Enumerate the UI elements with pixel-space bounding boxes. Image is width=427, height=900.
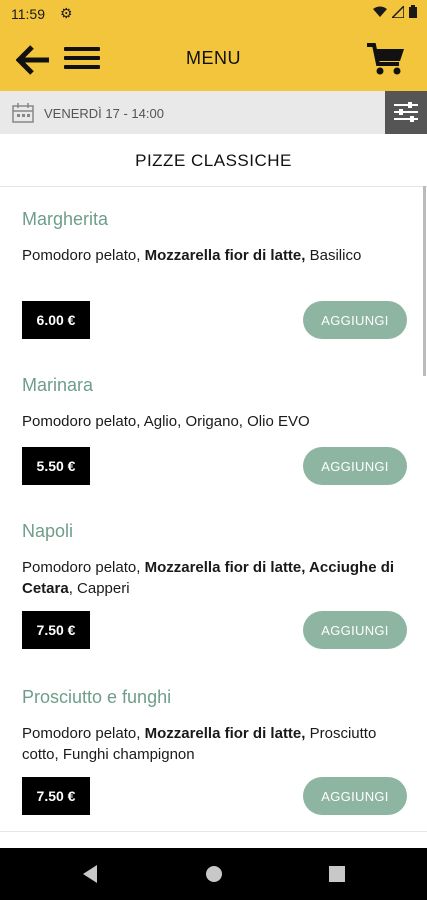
date-time-label[interactable]: VENERDÌ 17 - 14:00 (44, 106, 164, 121)
status-bar: 11:59 ⚙ (0, 0, 427, 28)
add-button[interactable]: AGGIUNGI (303, 777, 407, 815)
menu-item[interactable]: Marinara Pomodoro pelato, Aglio, Origano,… (0, 353, 427, 500)
item-name: Marinara (22, 375, 94, 395)
description-segment: Pomodoro pelato, (22, 559, 145, 576)
cart-icon[interactable] (367, 42, 405, 76)
scrollbar[interactable] (423, 186, 426, 376)
item-description: Pomodoro pelato, Aglio, Origano, Olio EV… (22, 411, 402, 432)
item-name: Napoli (22, 521, 74, 541)
price-tag: 5.50 € (22, 447, 90, 485)
wifi-icon (373, 6, 387, 17)
item-name: Margherita (22, 209, 109, 229)
back-triangle-icon[interactable] (79, 862, 103, 886)
menu-item[interactable]: Margherita Pomodoro pelato, Mozzarella fi… (0, 187, 427, 354)
price-tag: 7.50 € (22, 777, 90, 815)
menu-list[interactable]: Margherita Pomodoro pelato, Mozzarella fi… (0, 187, 427, 848)
home-circle-icon[interactable] (202, 862, 226, 886)
date-bar: VENERDÌ 17 - 14:00 (0, 91, 427, 134)
description-segment: Basilico (305, 247, 362, 264)
item-description: Pomodoro pelato, Mozzarella fior di latt… (22, 245, 402, 266)
item-description: Pomodoro pelato, Mozzarella fior di latt… (22, 557, 402, 599)
battery-icon (409, 5, 417, 18)
description-segment: Pomodoro pelato, (22, 247, 145, 264)
sliders-icon (394, 102, 418, 122)
description-segment: Pomodoro pelato, (22, 725, 145, 742)
signal-icon (392, 5, 404, 18)
section-header: PIZZE CLASSICHE (0, 134, 427, 187)
filter-button[interactable] (385, 91, 427, 134)
status-icons (373, 5, 417, 18)
menu-item[interactable]: Prosciutto e funghi Pomodoro pelato, Mozz… (0, 665, 427, 832)
description-segment: Pomodoro pelato, Aglio, Origano, Olio EV… (22, 413, 310, 430)
description-segment: , Capperi (68, 580, 130, 597)
recents-square-icon[interactable] (325, 862, 349, 886)
add-button[interactable]: AGGIUNGI (303, 611, 407, 649)
description-segment: Mozzarella fior di latte, (144, 247, 306, 264)
nav-bar (0, 848, 427, 900)
price-tag: 7.50 € (22, 611, 90, 649)
status-time: 11:59 (11, 6, 45, 22)
gear-icon: ⚙ (60, 5, 73, 21)
section-title: PIZZE CLASSICHE (135, 151, 292, 170)
description-segment: Mozzarella fior di latte, (144, 725, 306, 742)
add-button[interactable]: AGGIUNGI (303, 301, 407, 339)
item-description: Pomodoro pelato, Mozzarella fior di latt… (22, 723, 402, 765)
page-title: MENU (186, 48, 241, 68)
menu-item[interactable]: Napoli Pomodoro pelato, Mozzarella fior d… (0, 499, 427, 666)
item-name: Prosciutto e funghi (22, 687, 172, 707)
app-bar: MENU (0, 28, 427, 91)
add-button[interactable]: AGGIUNGI (303, 447, 407, 485)
price-tag: 6.00 € (22, 301, 90, 339)
calendar-icon (12, 103, 34, 123)
